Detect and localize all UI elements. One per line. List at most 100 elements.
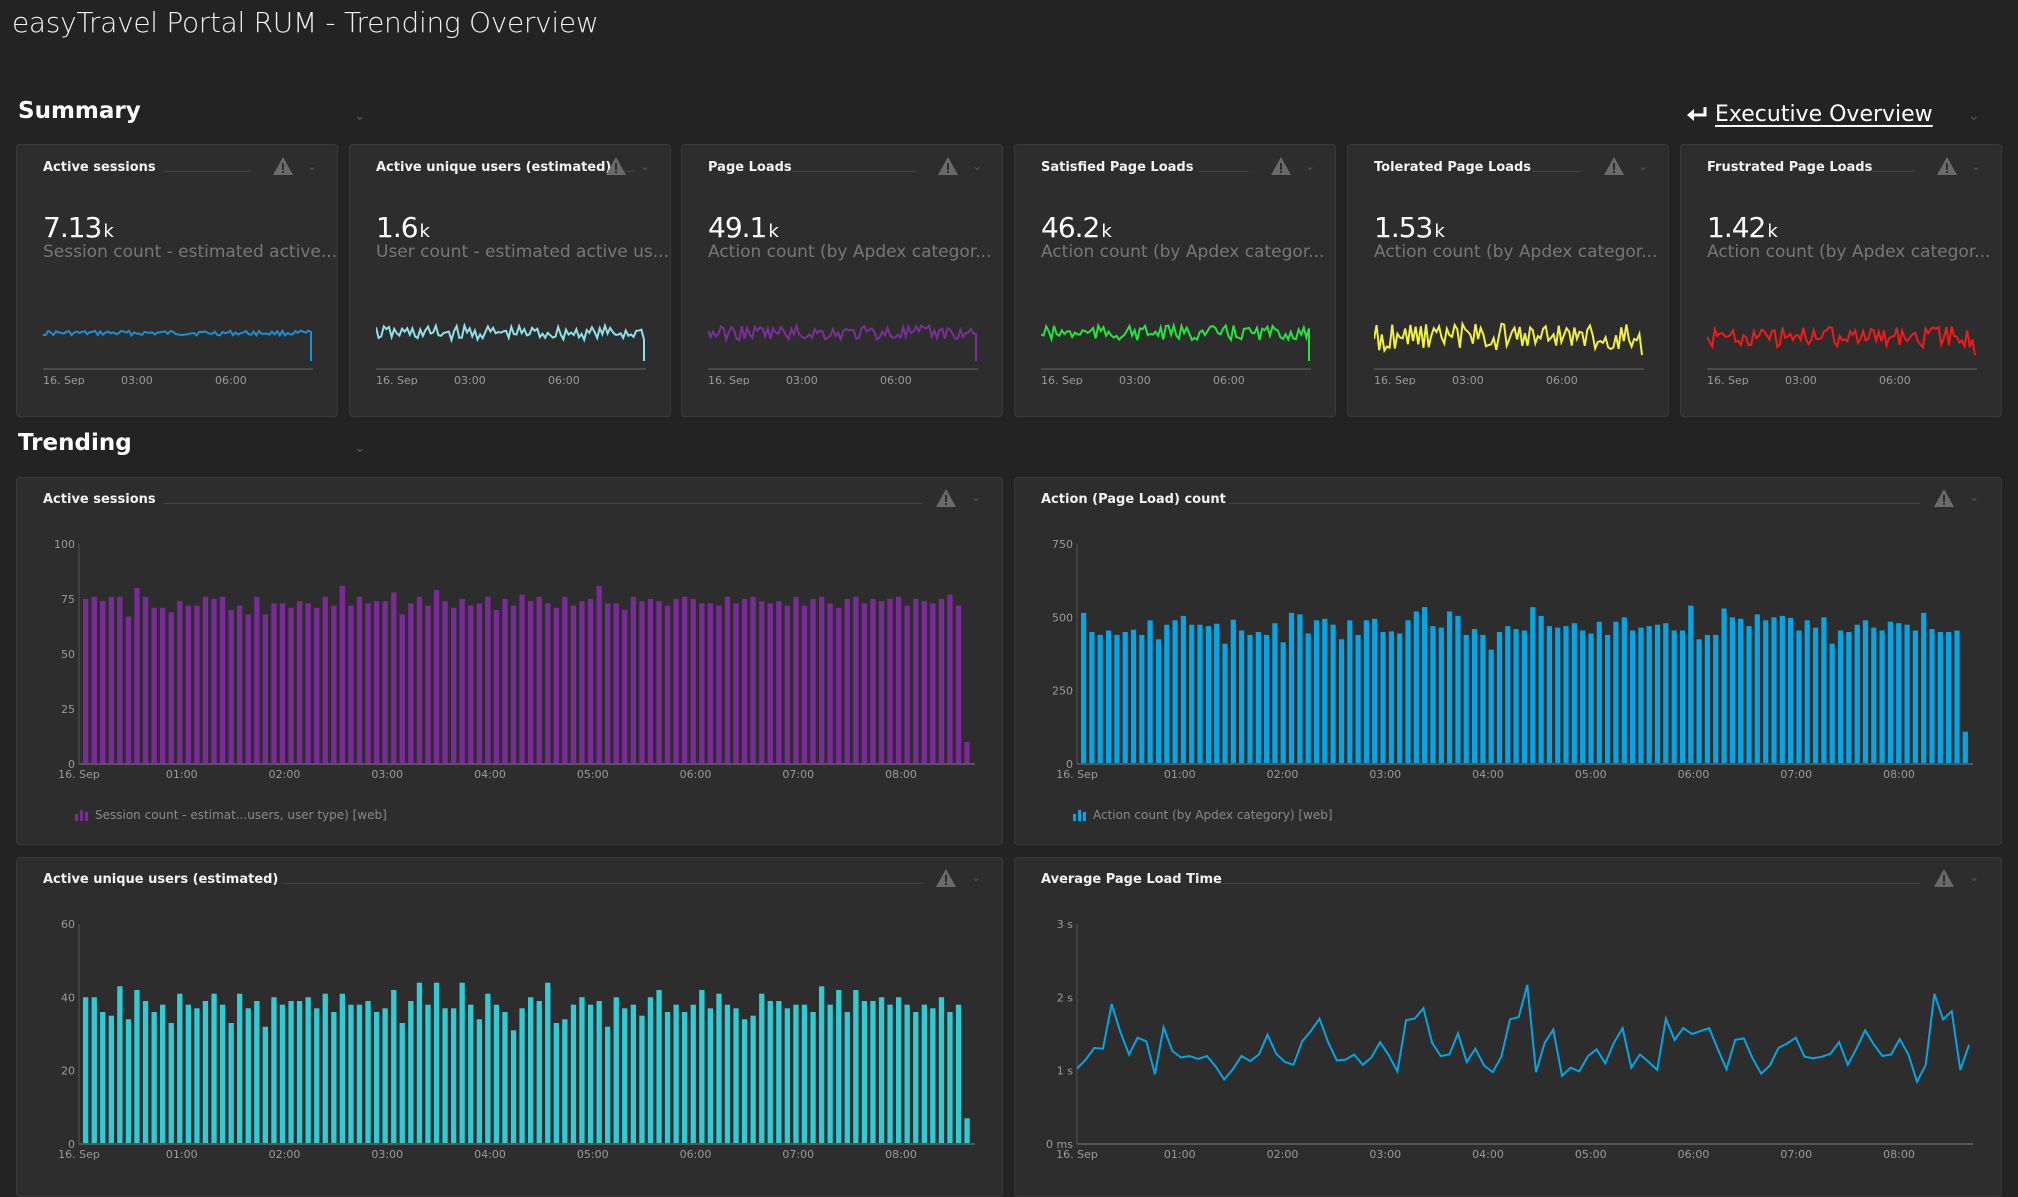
bar[interactable] bbox=[904, 605, 910, 764]
bar[interactable] bbox=[1505, 626, 1511, 764]
bar[interactable] bbox=[1829, 643, 1835, 764]
bar[interactable] bbox=[1347, 620, 1353, 764]
bar[interactable] bbox=[819, 986, 825, 1144]
bar[interactable] bbox=[1521, 630, 1527, 765]
chevron-down-icon[interactable]: ⌄ bbox=[971, 490, 981, 504]
bar[interactable] bbox=[682, 596, 688, 764]
bar[interactable] bbox=[1788, 617, 1794, 764]
bar[interactable] bbox=[510, 605, 517, 764]
bar[interactable] bbox=[1430, 626, 1436, 764]
bar[interactable] bbox=[955, 1004, 962, 1144]
bar[interactable] bbox=[408, 603, 414, 764]
bar[interactable] bbox=[630, 1004, 636, 1144]
bar[interactable] bbox=[528, 601, 534, 764]
bar[interactable] bbox=[844, 599, 850, 764]
bar[interactable] bbox=[1596, 621, 1602, 764]
bar[interactable] bbox=[570, 605, 577, 764]
bar[interactable] bbox=[151, 607, 157, 764]
chevron-down-icon[interactable]: ⌄ bbox=[1969, 870, 1979, 884]
bar[interactable] bbox=[947, 594, 953, 764]
chevron-down-icon[interactable]: ⌄ bbox=[972, 159, 982, 173]
bar[interactable] bbox=[707, 603, 713, 764]
summary-tile[interactable]: Satisfied Page Loads ⌄ 46.2 k Action count (… bbox=[1014, 144, 1336, 417]
bar[interactable] bbox=[228, 1023, 234, 1144]
bar[interactable] bbox=[793, 596, 799, 764]
bar[interactable] bbox=[108, 596, 114, 764]
bar[interactable] bbox=[168, 1023, 174, 1144]
bar[interactable] bbox=[750, 1015, 756, 1144]
bar[interactable] bbox=[245, 614, 251, 764]
bar[interactable] bbox=[921, 1004, 927, 1144]
bar[interactable] bbox=[416, 596, 423, 764]
bar[interactable] bbox=[211, 599, 217, 764]
bar[interactable] bbox=[339, 993, 345, 1144]
warning-icon[interactable] bbox=[605, 156, 627, 176]
bar[interactable] bbox=[271, 997, 277, 1144]
bar[interactable] bbox=[433, 982, 440, 1144]
bar[interactable] bbox=[433, 590, 440, 764]
bar[interactable] bbox=[536, 596, 542, 764]
warning-icon[interactable] bbox=[272, 156, 294, 176]
bar[interactable] bbox=[1363, 620, 1369, 764]
bar[interactable] bbox=[1729, 617, 1735, 764]
bar[interactable] bbox=[288, 607, 294, 764]
chart-legend[interactable]: Action count (by Apdex category) [web] bbox=[1073, 808, 1333, 822]
bar[interactable] bbox=[194, 605, 200, 764]
bar[interactable] bbox=[1862, 620, 1869, 764]
bar[interactable] bbox=[784, 605, 790, 764]
bar[interactable] bbox=[1854, 624, 1860, 764]
bar[interactable] bbox=[485, 596, 491, 764]
bar[interactable] bbox=[1887, 621, 1893, 764]
bar[interactable] bbox=[374, 601, 380, 764]
bar[interactable] bbox=[1546, 626, 1552, 764]
bar[interactable] bbox=[485, 993, 491, 1144]
bar[interactable] bbox=[1097, 634, 1103, 764]
bar[interactable] bbox=[1139, 634, 1145, 764]
bar[interactable] bbox=[1937, 632, 1943, 764]
bar[interactable] bbox=[348, 1004, 354, 1144]
bar[interactable] bbox=[134, 588, 140, 764]
bar[interactable] bbox=[622, 610, 628, 764]
bar[interactable] bbox=[605, 603, 611, 764]
bar[interactable] bbox=[493, 1004, 500, 1144]
bar[interactable] bbox=[442, 601, 448, 764]
bar[interactable] bbox=[279, 1004, 286, 1144]
bar[interactable] bbox=[493, 610, 500, 764]
bar[interactable] bbox=[100, 1012, 106, 1144]
bar[interactable] bbox=[810, 599, 816, 764]
bar[interactable] bbox=[1155, 639, 1162, 764]
bar[interactable] bbox=[262, 614, 268, 764]
bar[interactable] bbox=[699, 990, 705, 1144]
bar[interactable] bbox=[1754, 614, 1760, 764]
bar[interactable] bbox=[1804, 620, 1810, 764]
chevron-down-icon[interactable]: ⌄ bbox=[1971, 159, 1981, 173]
chevron-down-icon[interactable]: ⌄ bbox=[1969, 490, 1979, 504]
bar[interactable] bbox=[83, 997, 89, 1144]
bar[interactable] bbox=[519, 594, 525, 764]
bar[interactable] bbox=[1896, 623, 1902, 764]
bar[interactable] bbox=[1771, 617, 1777, 764]
bar[interactable] bbox=[896, 596, 902, 764]
bar[interactable] bbox=[416, 982, 423, 1144]
bar[interactable] bbox=[562, 1019, 568, 1144]
bar[interactable] bbox=[870, 1001, 876, 1144]
bar[interactable] bbox=[1089, 632, 1095, 764]
bar[interactable] bbox=[767, 1001, 773, 1144]
bar[interactable] bbox=[374, 1012, 380, 1144]
bar[interactable] bbox=[596, 1001, 602, 1144]
warning-icon[interactable] bbox=[1603, 156, 1625, 176]
bar[interactable] bbox=[1239, 630, 1245, 765]
bar[interactable] bbox=[365, 1001, 371, 1144]
bar[interactable] bbox=[870, 599, 876, 764]
bar[interactable] bbox=[185, 1004, 191, 1144]
bar[interactable] bbox=[878, 997, 885, 1144]
bar[interactable] bbox=[750, 596, 756, 764]
bar[interactable] bbox=[622, 1008, 628, 1144]
bar[interactable] bbox=[1946, 632, 1952, 764]
bar[interactable] bbox=[1813, 627, 1819, 764]
bar[interactable] bbox=[836, 607, 842, 764]
bar[interactable] bbox=[861, 1001, 868, 1144]
chevron-down-icon[interactable]: ⌄ bbox=[307, 159, 317, 173]
bar[interactable] bbox=[125, 1019, 132, 1144]
bar[interactable] bbox=[502, 599, 508, 764]
